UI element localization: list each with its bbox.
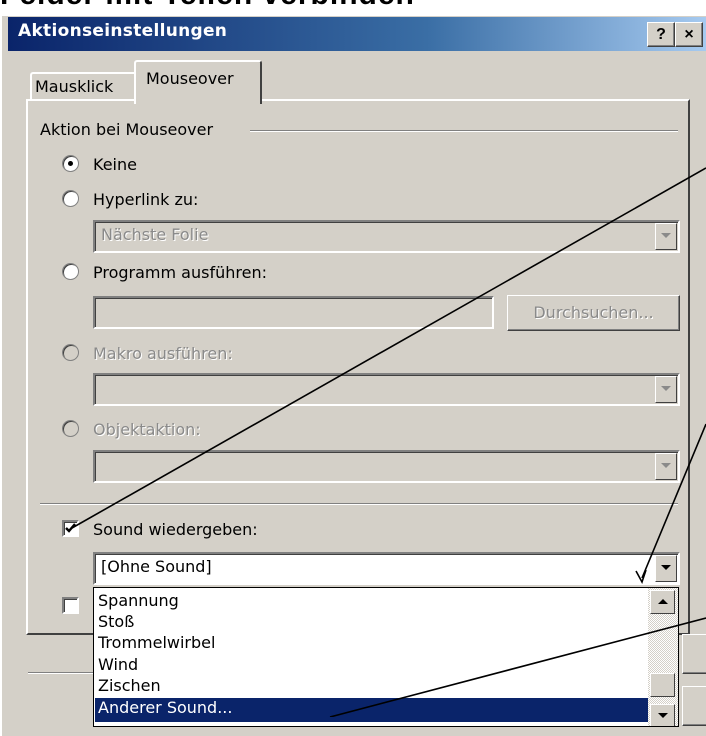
scroll-down-button[interactable]	[650, 704, 675, 726]
chevron-up-icon	[658, 599, 668, 604]
dialog-titlebar[interactable]: Aktionseinstellungen ? ×	[8, 17, 706, 51]
list-item-selected[interactable]: Anderer Sound...	[95, 698, 649, 722]
chevron-down-icon	[661, 233, 671, 238]
sound-checkbox[interactable]	[62, 520, 79, 537]
tab-mouseover-label: Mouseover	[146, 69, 234, 88]
objekt-dropdown-button[interactable]	[655, 453, 677, 480]
list-item[interactable]: Wind	[98, 655, 138, 674]
sound-select-value: [Ohne Sound]	[101, 557, 212, 576]
chevron-down-icon	[661, 565, 671, 570]
radio-hyperlink[interactable]	[62, 190, 79, 207]
list-item[interactable]: Trommelwirbel	[98, 633, 215, 652]
page-heading: Felder mit Teilen verbinden	[0, 0, 415, 12]
list-item[interactable]: Zischen	[98, 676, 161, 695]
close-button[interactable]: ×	[675, 22, 703, 47]
radio-objekt-label: Objektaktion:	[93, 420, 201, 439]
radio-keine-label: Keine	[93, 155, 137, 174]
radio-makro[interactable]	[62, 344, 79, 361]
list-item[interactable]: Stoß	[98, 612, 134, 631]
scroll-up-button[interactable]	[650, 590, 675, 614]
checkmark-icon	[65, 523, 76, 533]
radio-hyperlink-label: Hyperlink zu:	[93, 190, 199, 209]
scroll-thumb[interactable]	[650, 673, 675, 697]
sound-dropdown-button[interactable]	[655, 555, 677, 582]
radio-keine[interactable]	[62, 155, 79, 172]
sound-label: Sound wiedergeben:	[93, 520, 258, 539]
radio-dot	[68, 161, 73, 166]
group-label: Aktion bei Mouseover	[40, 120, 214, 139]
chevron-down-icon	[658, 713, 668, 718]
objekt-select[interactable]	[93, 450, 680, 483]
chevron-down-icon	[661, 386, 671, 391]
bottom-divider	[28, 672, 93, 674]
group-top-rule	[250, 130, 678, 132]
chevron-down-icon	[661, 463, 671, 468]
tab-mausklick-label: Mausklick	[35, 77, 114, 96]
radio-programm-label: Programm ausführen:	[93, 263, 267, 282]
dialog-title: Aktionseinstellungen	[18, 21, 228, 41]
sound-select[interactable]: [Ohne Sound]	[93, 552, 680, 585]
makro-dropdown-button[interactable]	[655, 376, 677, 403]
help-button[interactable]: ?	[647, 22, 675, 47]
separator	[40, 503, 678, 505]
list-item[interactable]: Spannung	[98, 591, 179, 610]
hyperlink-select[interactable]: Nächste Folie	[93, 220, 680, 253]
programm-field[interactable]	[93, 296, 494, 329]
dialog-button-partial[interactable]	[682, 686, 706, 726]
list-scrollbar[interactable]	[648, 588, 678, 726]
browse-button[interactable]: Durchsuchen...	[507, 295, 680, 331]
hyperlink-select-value: Nächste Folie	[101, 225, 209, 244]
hyperlink-dropdown-button[interactable]	[655, 223, 677, 250]
browse-button-label: Durchsuchen...	[533, 303, 654, 322]
second-checkbox[interactable]	[62, 597, 79, 614]
makro-select[interactable]	[93, 373, 680, 406]
radio-programm[interactable]	[62, 263, 79, 280]
tab-mouseover[interactable]: Mouseover	[134, 60, 262, 104]
sound-list[interactable]: Spannung Stoß Trommelwirbel Wind Zischen…	[93, 587, 679, 727]
tab-mausklick[interactable]: Mausklick	[30, 72, 138, 101]
radio-objekt[interactable]	[62, 420, 79, 437]
radio-makro-label: Makro ausführen:	[93, 344, 233, 363]
dialog-button-partial-upper[interactable]	[682, 634, 706, 674]
